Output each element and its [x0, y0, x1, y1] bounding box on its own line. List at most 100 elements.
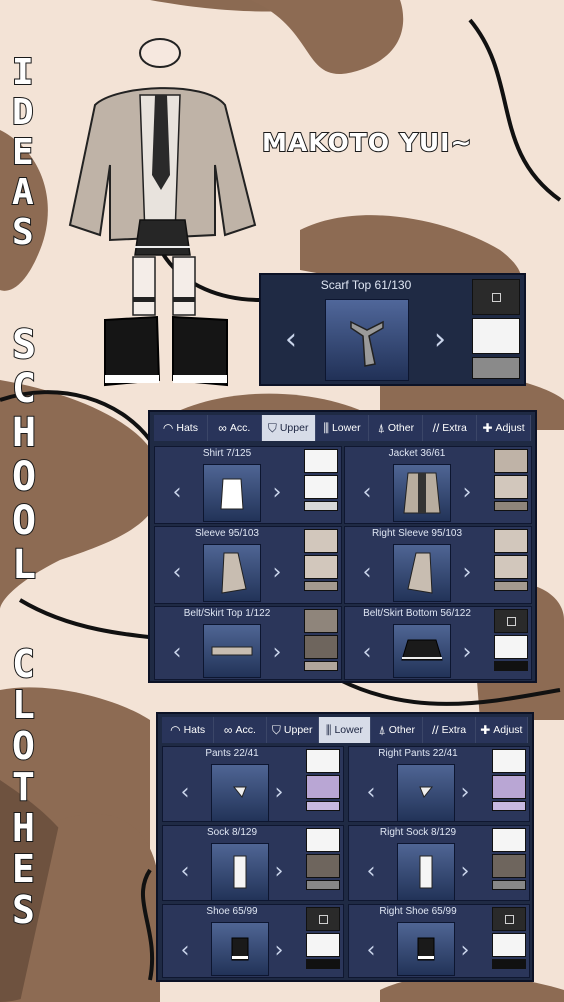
bell-icon: ⍋: [377, 420, 385, 435]
tab-upper[interactable]: ⛉ Upper: [261, 415, 316, 441]
tab-upper[interactable]: ⛉ Upper: [266, 717, 319, 743]
tab-hats[interactable]: ◠ Hats: [162, 717, 215, 743]
next-button[interactable]: ›: [260, 922, 298, 978]
next-button[interactable]: ›: [260, 764, 298, 820]
color-swatch[interactable]: [494, 581, 528, 591]
color-swatch[interactable]: [492, 907, 526, 931]
prev-button[interactable]: ‹: [348, 624, 386, 680]
color-swatch[interactable]: [304, 475, 338, 499]
next-button[interactable]: ›: [448, 624, 486, 680]
color-swatch[interactable]: [492, 959, 526, 969]
color-swatch[interactable]: [494, 449, 528, 473]
letter: O: [11, 498, 37, 544]
prev-button[interactable]: ‹: [158, 624, 196, 680]
color-swatch[interactable]: [494, 635, 528, 659]
color-swatch[interactable]: [494, 555, 528, 579]
tab-adjust[interactable]: ✚ Adjust: [477, 415, 532, 441]
color-swatch-dark[interactable]: [472, 279, 520, 315]
color-swatch[interactable]: [492, 854, 526, 878]
item-title: Jacket 36/61: [388, 448, 446, 459]
shoe-thumbnail: [231, 937, 249, 961]
next-button[interactable]: ›: [446, 843, 484, 899]
item-preview: [203, 464, 261, 522]
color-swatch[interactable]: [494, 529, 528, 553]
prev-button[interactable]: ‹: [348, 464, 386, 520]
color-swatch[interactable]: [492, 828, 526, 852]
color-swatch[interactable]: [306, 959, 340, 969]
color-swatch[interactable]: [492, 933, 526, 957]
move-icon: ✚: [482, 421, 493, 435]
tab-extra[interactable]: //Extra: [423, 717, 476, 743]
color-swatch-white[interactable]: [472, 318, 520, 354]
next-button[interactable]: ›: [258, 464, 296, 520]
tab-accessories[interactable]: ∞ Acc.: [214, 717, 267, 743]
prev-button[interactable]: ‹: [158, 464, 196, 520]
color-swatch[interactable]: [304, 555, 338, 579]
prev-button[interactable]: ‹: [166, 843, 204, 899]
color-swatch[interactable]: [306, 801, 340, 811]
tab-label: Adjust: [495, 422, 525, 434]
tab-label: Upper: [283, 724, 313, 736]
tab-adjust[interactable]: ✚ Adjust: [475, 717, 528, 743]
next-button[interactable]: ›: [446, 922, 484, 978]
prev-button[interactable]: ‹: [166, 764, 204, 820]
color-swatch[interactable]: [306, 854, 340, 878]
pants-thumbnail: [232, 786, 247, 798]
scarf-next-button[interactable]: ›: [416, 303, 464, 375]
next-button[interactable]: ›: [258, 624, 296, 680]
color-swatch[interactable]: [306, 907, 340, 931]
tab-lower[interactable]: ⫼ Lower: [315, 415, 370, 441]
letter: H: [11, 806, 36, 850]
letter: O: [11, 724, 36, 768]
color-swatch[interactable]: [304, 609, 338, 633]
color-swatch[interactable]: [304, 529, 338, 553]
next-button[interactable]: ›: [260, 843, 298, 899]
letter: D: [11, 92, 35, 133]
next-button[interactable]: ›: [446, 764, 484, 820]
color-swatch[interactable]: [306, 775, 340, 799]
color-swatch[interactable]: [494, 501, 528, 511]
tab-hats[interactable]: ◠ Hats: [154, 415, 208, 441]
color-swatch[interactable]: [306, 749, 340, 773]
color-swatch[interactable]: [494, 609, 528, 633]
letter: I: [11, 52, 35, 93]
color-swatch[interactable]: [304, 449, 338, 473]
color-swatch[interactable]: [304, 661, 338, 671]
color-swatch[interactable]: [492, 775, 526, 799]
prev-button[interactable]: ‹: [352, 922, 390, 978]
tab-extra[interactable]: //Extra: [423, 415, 478, 441]
prev-button[interactable]: ‹: [158, 544, 196, 600]
color-swatch[interactable]: [304, 635, 338, 659]
color-swatch[interactable]: [492, 749, 526, 773]
item-preview: [393, 624, 451, 678]
prev-button[interactable]: ‹: [352, 843, 390, 899]
prev-button[interactable]: ‹: [348, 544, 386, 600]
next-button[interactable]: ›: [258, 544, 296, 600]
color-swatch[interactable]: [306, 933, 340, 957]
color-swatch[interactable]: [494, 661, 528, 671]
color-swatch[interactable]: [492, 801, 526, 811]
letter: C: [11, 642, 36, 686]
vertical-text-ideas: I D E A S: [11, 52, 35, 252]
color-swatch[interactable]: [306, 880, 340, 890]
tab-lower[interactable]: ⫼ Lower: [318, 717, 372, 743]
prev-button[interactable]: ‹: [166, 922, 204, 978]
next-button[interactable]: ›: [448, 464, 486, 520]
tab-accessories[interactable]: ∞ Acc.: [207, 415, 262, 441]
color-swatch[interactable]: [492, 880, 526, 890]
shirt-thumbnail: [220, 478, 244, 510]
next-button[interactable]: ›: [448, 544, 486, 600]
color-swatch-grey[interactable]: [472, 357, 520, 379]
tab-other[interactable]: ⍋ Other: [369, 415, 424, 441]
color-swatch[interactable]: [494, 475, 528, 499]
color-swatch[interactable]: [304, 581, 338, 591]
lower-clothing-panel: ◠ Hats ∞ Acc. ⛉ Upper ⫼ Lower ⍋ Other //Extra…: [156, 712, 534, 982]
belt-thumbnail: [211, 646, 253, 656]
letter: E: [11, 132, 35, 173]
item-preview: [393, 544, 451, 602]
color-swatch[interactable]: [306, 828, 340, 852]
color-swatch[interactable]: [304, 501, 338, 511]
prev-button[interactable]: ‹: [352, 764, 390, 820]
scarf-prev-button[interactable]: ‹: [267, 303, 315, 375]
tab-other[interactable]: ⍋ Other: [371, 717, 424, 743]
